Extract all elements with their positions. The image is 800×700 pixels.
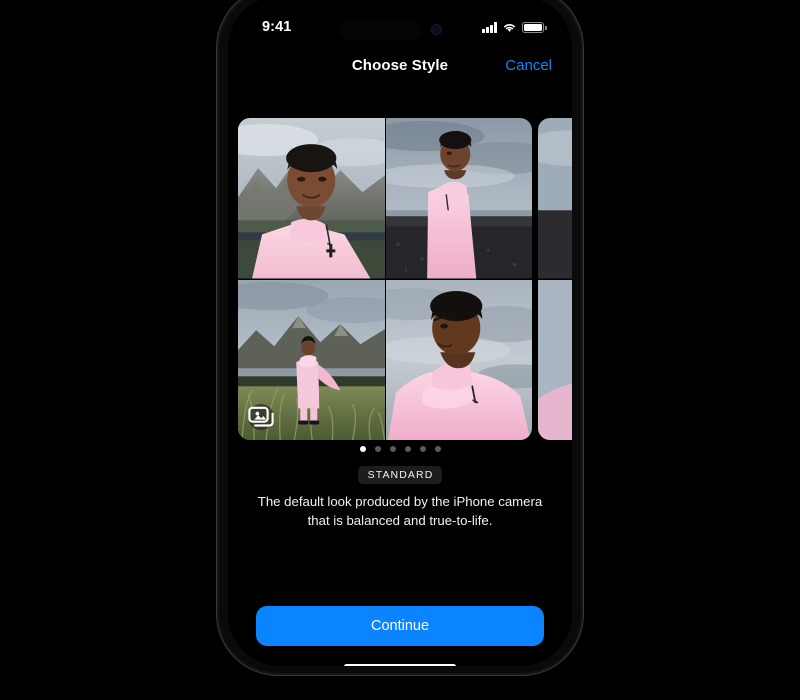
photo-tile-portrait-selfie-mountains[interactable]	[238, 118, 385, 279]
page-dot-3[interactable]	[389, 446, 396, 452]
style-name-badge: STANDARD	[228, 466, 572, 484]
photo-tile-full-body-grass-mountains[interactable]	[238, 279, 385, 440]
navigation-bar: Choose Style Cancel	[228, 52, 572, 88]
photo-tile-peek-photo-bottom[interactable]	[538, 279, 572, 440]
status-bar-time: 9:41	[262, 19, 292, 35]
wifi-icon	[504, 24, 515, 32]
home-indicator[interactable]	[344, 664, 456, 666]
style-card-standard[interactable]	[238, 118, 532, 440]
page-dot-1[interactable]	[359, 446, 366, 452]
phone-screen: 9:41 Choose Style Cancel STANDARD The de…	[228, 0, 572, 666]
status-bar: 9:41	[228, 18, 572, 44]
screenshot-canvas: 9:41 Choose Style Cancel STANDARD The de…	[0, 0, 800, 700]
photo-tile-peek-photo-top[interactable]	[538, 118, 572, 279]
photo-grid-peek	[538, 118, 572, 440]
page-dot-6[interactable]	[434, 446, 441, 452]
cancel-button[interactable]: Cancel	[505, 57, 552, 74]
front-camera-icon	[431, 24, 442, 35]
style-name-label: STANDARD	[357, 466, 443, 484]
continue-button[interactable]: Continue	[256, 606, 544, 646]
page-dot-5[interactable]	[419, 446, 426, 452]
cellular-signal-icon	[482, 22, 497, 33]
style-card-next-peek[interactable]	[538, 118, 572, 440]
status-bar-icons	[482, 22, 547, 33]
photo-tile-close-up-portrait-clouds[interactable]	[385, 279, 532, 440]
style-carousel[interactable]	[228, 118, 572, 440]
style-description: The default look produced by the iPhone …	[257, 494, 543, 529]
multi-photo-stack-icon	[248, 404, 274, 430]
photo-grid	[238, 118, 532, 440]
photo-tile-standing-black-sand-beach[interactable]	[385, 118, 532, 279]
page-dot-4[interactable]	[404, 446, 411, 452]
photo-stack-glyph	[248, 406, 274, 427]
page-dot-2[interactable]	[374, 446, 381, 452]
page-indicator-dots[interactable]	[228, 446, 572, 452]
battery-icon	[522, 22, 547, 33]
dynamic-island	[340, 21, 422, 40]
